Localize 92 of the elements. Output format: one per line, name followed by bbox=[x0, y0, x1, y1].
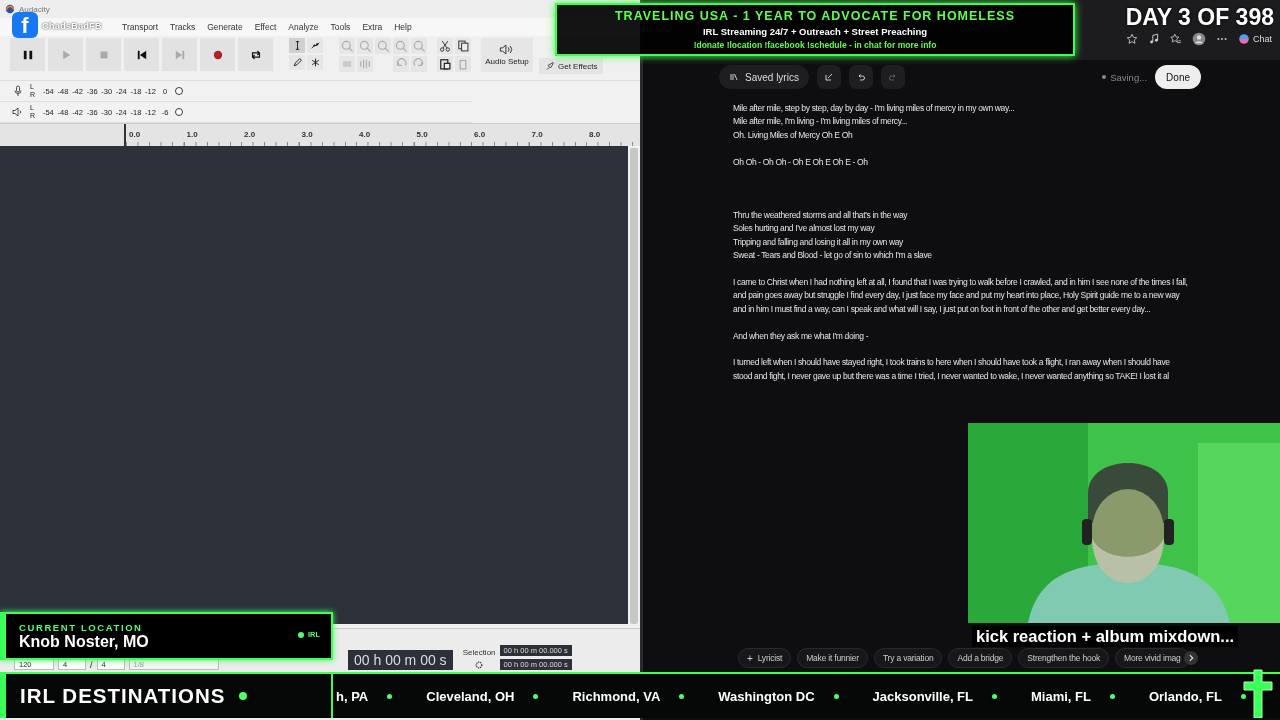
lyric-line: Oh Oh - Oh Oh - Oh E Oh E Oh E - Oh bbox=[733, 155, 869, 169]
menu-item[interactable]: Generate bbox=[201, 22, 249, 32]
app-icon bbox=[5, 4, 15, 14]
facebook-handle: ChadsBadFB bbox=[42, 19, 102, 31]
lyric-line: Oh. Living Miles of Mercy Oh E Oh bbox=[733, 128, 854, 142]
settings-icon[interactable] bbox=[474, 660, 485, 670]
speaker-icon[interactable] bbox=[12, 106, 24, 118]
level-knob-icon[interactable] bbox=[174, 86, 185, 96]
banner-commands: !donate !location !facebook !schedule - in chat for more info bbox=[693, 40, 937, 50]
favorites-icon[interactable] bbox=[1170, 33, 1182, 45]
multi-tool-button[interactable] bbox=[307, 55, 323, 70]
menu-item[interactable]: Effect bbox=[248, 22, 283, 32]
location-label: CURRENT LOCATION bbox=[19, 621, 143, 633]
cut-icon[interactable] bbox=[437, 38, 453, 54]
microphone-icon[interactable] bbox=[12, 85, 24, 97]
menu-item[interactable]: Tools bbox=[324, 22, 357, 32]
level-knob-icon[interactable] bbox=[174, 107, 185, 117]
copy-icon[interactable] bbox=[455, 38, 471, 54]
dot-icon bbox=[1109, 693, 1115, 699]
star-icon[interactable] bbox=[1126, 33, 1138, 45]
paste-icon[interactable] bbox=[437, 56, 453, 72]
lyric-line: Mile after mile, step by step, day by day - I'm living miles of mercy in my own way... bbox=[733, 102, 1016, 115]
dot-icon bbox=[239, 692, 248, 700]
window-title: Audacity bbox=[19, 4, 50, 14]
facebook-logo: f bbox=[12, 12, 38, 38]
banner-title: TRAVELING USA - 1 YEAR TO ADVOCATE FOR HOMELESS bbox=[614, 9, 1015, 23]
undo-button[interactable] bbox=[848, 65, 873, 89]
get-effects-button[interactable]: Get Effects bbox=[539, 58, 604, 74]
menu-item[interactable]: Extra bbox=[356, 22, 389, 32]
scrollbar[interactable] bbox=[630, 148, 638, 624]
dot-icon bbox=[533, 693, 539, 699]
track-area[interactable] bbox=[0, 146, 628, 624]
edit-icon bbox=[823, 72, 834, 82]
suggestion-chip[interactable]: Add a bridge bbox=[948, 648, 1013, 668]
dot-icon bbox=[387, 693, 393, 699]
menu-item[interactable]: Analyze bbox=[282, 22, 325, 32]
menu-item[interactable]: Help bbox=[388, 22, 418, 32]
dot-icon bbox=[992, 693, 997, 699]
record-button[interactable] bbox=[200, 38, 235, 71]
ticker-title: IRL DESTINATIONS bbox=[20, 684, 226, 708]
asterisk-icon bbox=[309, 57, 321, 68]
suggestion-chip[interactable]: + Lyricist bbox=[738, 648, 792, 668]
done-button[interactable]: Done bbox=[1155, 65, 1201, 89]
pencil-icon bbox=[291, 57, 303, 68]
lyric-line: I turned left when I should have stayed right, I took trains to here when I should have took a flight, I ran away when I should have stood and fight, I never gave up but there was a time I tried, I never wanted to wake, I never wanted anything so TAKE! I lost it al bbox=[733, 356, 1171, 383]
location-name: Knob Noster, MO bbox=[19, 632, 149, 651]
menu-item[interactable]: Transport bbox=[116, 22, 165, 32]
select-tool-button[interactable] bbox=[289, 38, 305, 53]
slash-text: / bbox=[90, 660, 93, 670]
menu-item[interactable]: Tracks bbox=[164, 22, 202, 32]
time-display[interactable]: 00 h 00 m 00 s bbox=[348, 650, 453, 670]
suggestion-chip[interactable]: More vivid imag bbox=[1115, 648, 1190, 668]
destination: Miami, FL bbox=[1031, 688, 1091, 704]
suggestion-chip[interactable]: Make it funnier bbox=[797, 648, 868, 668]
speaker-icon bbox=[499, 44, 515, 55]
chat-button[interactable]: Chat bbox=[1238, 33, 1272, 45]
lyric-line: I came to Christ when I had nothing left at all, I found that I was trying to walk before I crawled, and in him I see none of the times I fall, and pain goes away but struggle I find every day, I just face my face and put my heart into place, Holy Spirit guide me to a new way and in him I must find a way, can I speak and what will I say, I just put on foot in front of the other and get better every day... bbox=[733, 276, 1188, 316]
lyric-line: Mile after mile, I'm living - I'm living miles of mercy... bbox=[733, 115, 909, 129]
redo-icon bbox=[887, 72, 898, 82]
music-icon[interactable] bbox=[1148, 33, 1160, 45]
lyric-line: Sweat - Tears and Blood - let go of sin to which I'm a slave bbox=[733, 249, 933, 263]
lyric-line: Thru the weathered storms and all that's in the way bbox=[733, 209, 909, 222]
destination: h, PA bbox=[336, 688, 369, 704]
suggestion-chip[interactable]: Try a variation bbox=[873, 648, 943, 668]
pause-button[interactable] bbox=[10, 38, 45, 71]
lyric-line: Soles hurting and I've almost lost my way bbox=[733, 222, 876, 236]
profile-icon[interactable] bbox=[1192, 32, 1206, 46]
lyric-line: Tripping and falling and losing it all in my own way bbox=[733, 235, 904, 249]
skip-start-button[interactable] bbox=[124, 38, 159, 71]
lyric-line: And when they ask me what I'm doing - bbox=[733, 329, 870, 343]
dot-icon bbox=[833, 693, 839, 699]
destination: Cleveland, OH bbox=[426, 688, 515, 704]
pencil-tool-button[interactable] bbox=[289, 55, 305, 70]
dot-icon bbox=[1240, 693, 1246, 699]
edit-button[interactable] bbox=[816, 65, 841, 89]
envelope-icon bbox=[309, 40, 321, 51]
loop-button[interactable] bbox=[238, 38, 273, 71]
audio-setup-button[interactable]: Audio Setup bbox=[481, 38, 533, 72]
banner-subtitle: IRL Streaming 24/7 + Outreach + Street Preaching bbox=[702, 26, 928, 37]
destination: Washington DC bbox=[718, 688, 815, 704]
dot-icon bbox=[679, 693, 685, 699]
suggestion-chip[interactable]: Strengthen the hook bbox=[1018, 648, 1110, 668]
day-counter: DAY 3 OF 398 bbox=[1125, 4, 1274, 31]
envelope-tool-button[interactable] bbox=[307, 38, 323, 53]
webcam-caption: kick reaction + album mixdown... bbox=[972, 626, 1239, 647]
destination: Orlando, FL bbox=[1148, 688, 1222, 704]
saved-lyrics-button[interactable]: Saved lyrics bbox=[719, 65, 809, 89]
library-icon bbox=[729, 72, 739, 82]
destination: Jacksonville, FL bbox=[872, 688, 973, 704]
destination: Richmond, VA bbox=[572, 688, 661, 704]
selection-label: Selection bbox=[462, 648, 496, 657]
saving-status: Saving... bbox=[1102, 71, 1148, 83]
